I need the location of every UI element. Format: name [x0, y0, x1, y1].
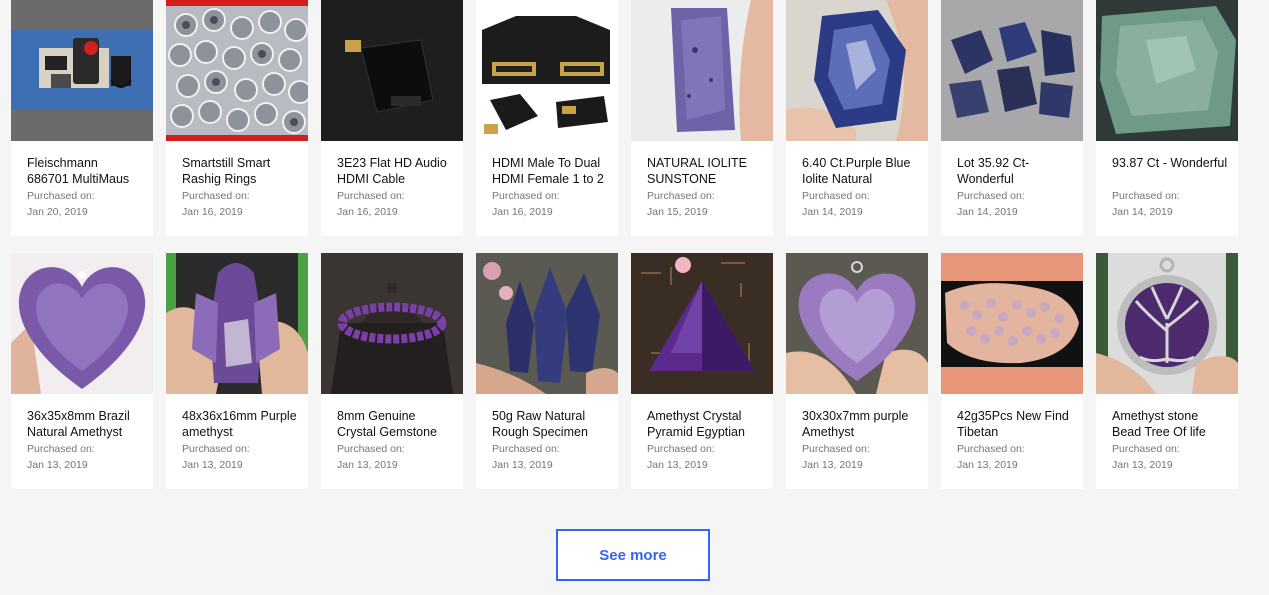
purchased-label: Purchased on: — [647, 190, 715, 202]
tree-of-life-pendant-icon[interactable] — [1096, 253, 1238, 394]
purchased-label: Purchased on: — [647, 443, 715, 455]
purchase-card[interactable]: 50g Raw Natural Rough Specimen Purchased… — [476, 253, 618, 489]
purchase-date: Jan 13, 2019 — [1112, 459, 1173, 471]
purchase-card[interactable]: Fleischmann 686701 MultiMaus Purchased o… — [11, 0, 153, 236]
purchase-card[interactable]: 6.40 Ct.Purple Blue Iolite Natural Purch… — [786, 0, 928, 236]
purchased-label: Purchased on: — [27, 190, 95, 202]
purchased-label: Purchased on: — [182, 443, 250, 455]
iolite-rough-icon[interactable] — [786, 0, 928, 141]
purchase-date: Jan 13, 2019 — [802, 459, 863, 471]
item-title[interactable]: Amethyst stone Bead Tree Of life — [1112, 408, 1228, 440]
purchase-card[interactable]: Lot 35.92 Ct- Wonderful Purchased on: Ja… — [941, 0, 1083, 236]
purchase-date: Jan 14, 2019 — [1112, 206, 1173, 218]
crystal-chips-icon[interactable] — [941, 253, 1083, 394]
purchased-label: Purchased on: — [492, 190, 560, 202]
purchased-label: Purchased on: — [27, 443, 95, 455]
amethyst-pyramid-icon[interactable] — [631, 253, 773, 394]
purchased-label: Purchased on: — [957, 190, 1025, 202]
green-stone-icon[interactable] — [1096, 0, 1238, 141]
purchase-card[interactable]: 30x30x7mm purple Amethyst Purchased on: … — [786, 253, 928, 489]
purchase-date: Jan 16, 2019 — [337, 206, 398, 218]
amethyst-angel-icon[interactable] — [166, 253, 308, 394]
item-title[interactable]: 48x36x16mm Purple amethyst — [182, 408, 298, 440]
model-train-controller-icon[interactable] — [11, 0, 153, 141]
purchased-label: Purchased on: — [337, 190, 405, 202]
purchased-label: Purchased on: — [337, 443, 405, 455]
purchase-card[interactable]: 8mm Genuine Crystal Gemstone Purchased o… — [321, 253, 463, 489]
purchase-date: Jan 13, 2019 — [957, 459, 1018, 471]
purchase-date: Jan 13, 2019 — [337, 459, 398, 471]
item-title[interactable]: 93.87 Ct - Wonderful — [1112, 155, 1228, 187]
purchase-card[interactable]: 93.87 Ct - Wonderful Purchased on: Jan 1… — [1096, 0, 1238, 236]
purchased-label: Purchased on: — [802, 443, 870, 455]
bead-bracelet-icon[interactable] — [321, 253, 463, 394]
purchase-card[interactable]: 3E23 Flat HD Audio HDMI Cable Purchased … — [321, 0, 463, 236]
purchase-date: Jan 13, 2019 — [492, 459, 553, 471]
item-title[interactable]: 30x30x7mm purple Amethyst — [802, 408, 918, 440]
purchase-card[interactable]: Amethyst stone Bead Tree Of life Purchas… — [1096, 253, 1238, 489]
amethyst-pendant-icon[interactable] — [786, 253, 928, 394]
amethyst-points-icon[interactable] — [476, 253, 618, 394]
purchase-date: Jan 20, 2019 — [27, 206, 88, 218]
purchased-label: Purchased on: — [182, 190, 250, 202]
purchase-card[interactable]: NATURAL IOLITE SUNSTONE Purchased on: Ja… — [631, 0, 773, 236]
purchased-label: Purchased on: — [1112, 443, 1180, 455]
item-title[interactable]: NATURAL IOLITE SUNSTONE — [647, 155, 763, 187]
item-title[interactable]: 8mm Genuine Crystal Gemstone — [337, 408, 453, 440]
purchase-date: Jan 13, 2019 — [647, 459, 708, 471]
purchase-date: Jan 14, 2019 — [957, 206, 1018, 218]
purchase-date: Jan 16, 2019 — [182, 206, 243, 218]
amethyst-heart-icon[interactable] — [11, 253, 153, 394]
purchase-card[interactable]: 36x35x8mm Brazil Natural Amethyst Purcha… — [11, 253, 153, 489]
purchased-label: Purchased on: — [802, 190, 870, 202]
purchase-card[interactable]: 48x36x16mm Purple amethyst Purchased on:… — [166, 253, 308, 489]
item-title[interactable]: 3E23 Flat HD Audio HDMI Cable — [337, 155, 453, 187]
purchase-date: Jan 16, 2019 — [492, 206, 553, 218]
purchase-date: Jan 13, 2019 — [182, 459, 243, 471]
purchase-card[interactable]: Amethyst Crystal Pyramid Egyptian Purcha… — [631, 253, 773, 489]
item-title[interactable]: HDMI Male To Dual HDMI Female 1 to 2 — [492, 155, 608, 187]
item-title[interactable]: Lot 35.92 Ct- Wonderful — [957, 155, 1073, 187]
item-title[interactable]: 36x35x8mm Brazil Natural Amethyst — [27, 408, 143, 440]
hdmi-splitter-icon[interactable] — [476, 0, 618, 141]
purchase-card[interactable]: HDMI Male To Dual HDMI Female 1 to 2 Pur… — [476, 0, 618, 236]
purchase-date: Jan 13, 2019 — [27, 459, 88, 471]
purchase-card[interactable]: Smartstill Smart Rashig Rings Purchased … — [166, 0, 308, 236]
item-title[interactable]: 42g35Pcs New Find Tibetan — [957, 408, 1073, 440]
purchase-card[interactable]: 42g35Pcs New Find Tibetan Purchased on: … — [941, 253, 1083, 489]
purchase-date: Jan 14, 2019 — [802, 206, 863, 218]
item-title[interactable]: 6.40 Ct.Purple Blue Iolite Natural — [802, 155, 918, 187]
hdmi-adapter-icon[interactable] — [321, 0, 463, 141]
purchase-date: Jan 15, 2019 — [647, 206, 708, 218]
item-title[interactable]: Fleischmann 686701 MultiMaus — [27, 155, 143, 187]
purchased-label: Purchased on: — [957, 443, 1025, 455]
item-title[interactable]: 50g Raw Natural Rough Specimen — [492, 408, 608, 440]
see-more-button[interactable]: See more — [556, 529, 710, 581]
item-title[interactable]: Amethyst Crystal Pyramid Egyptian — [647, 408, 763, 440]
gemstone-lot-icon[interactable] — [941, 0, 1083, 141]
purchased-label: Purchased on: — [1112, 190, 1180, 202]
item-title[interactable]: Smartstill Smart Rashig Rings — [182, 155, 298, 187]
rashig-rings-icon[interactable] — [166, 0, 308, 141]
purchased-label: Purchased on: — [492, 443, 560, 455]
iolite-slab-icon[interactable] — [631, 0, 773, 141]
